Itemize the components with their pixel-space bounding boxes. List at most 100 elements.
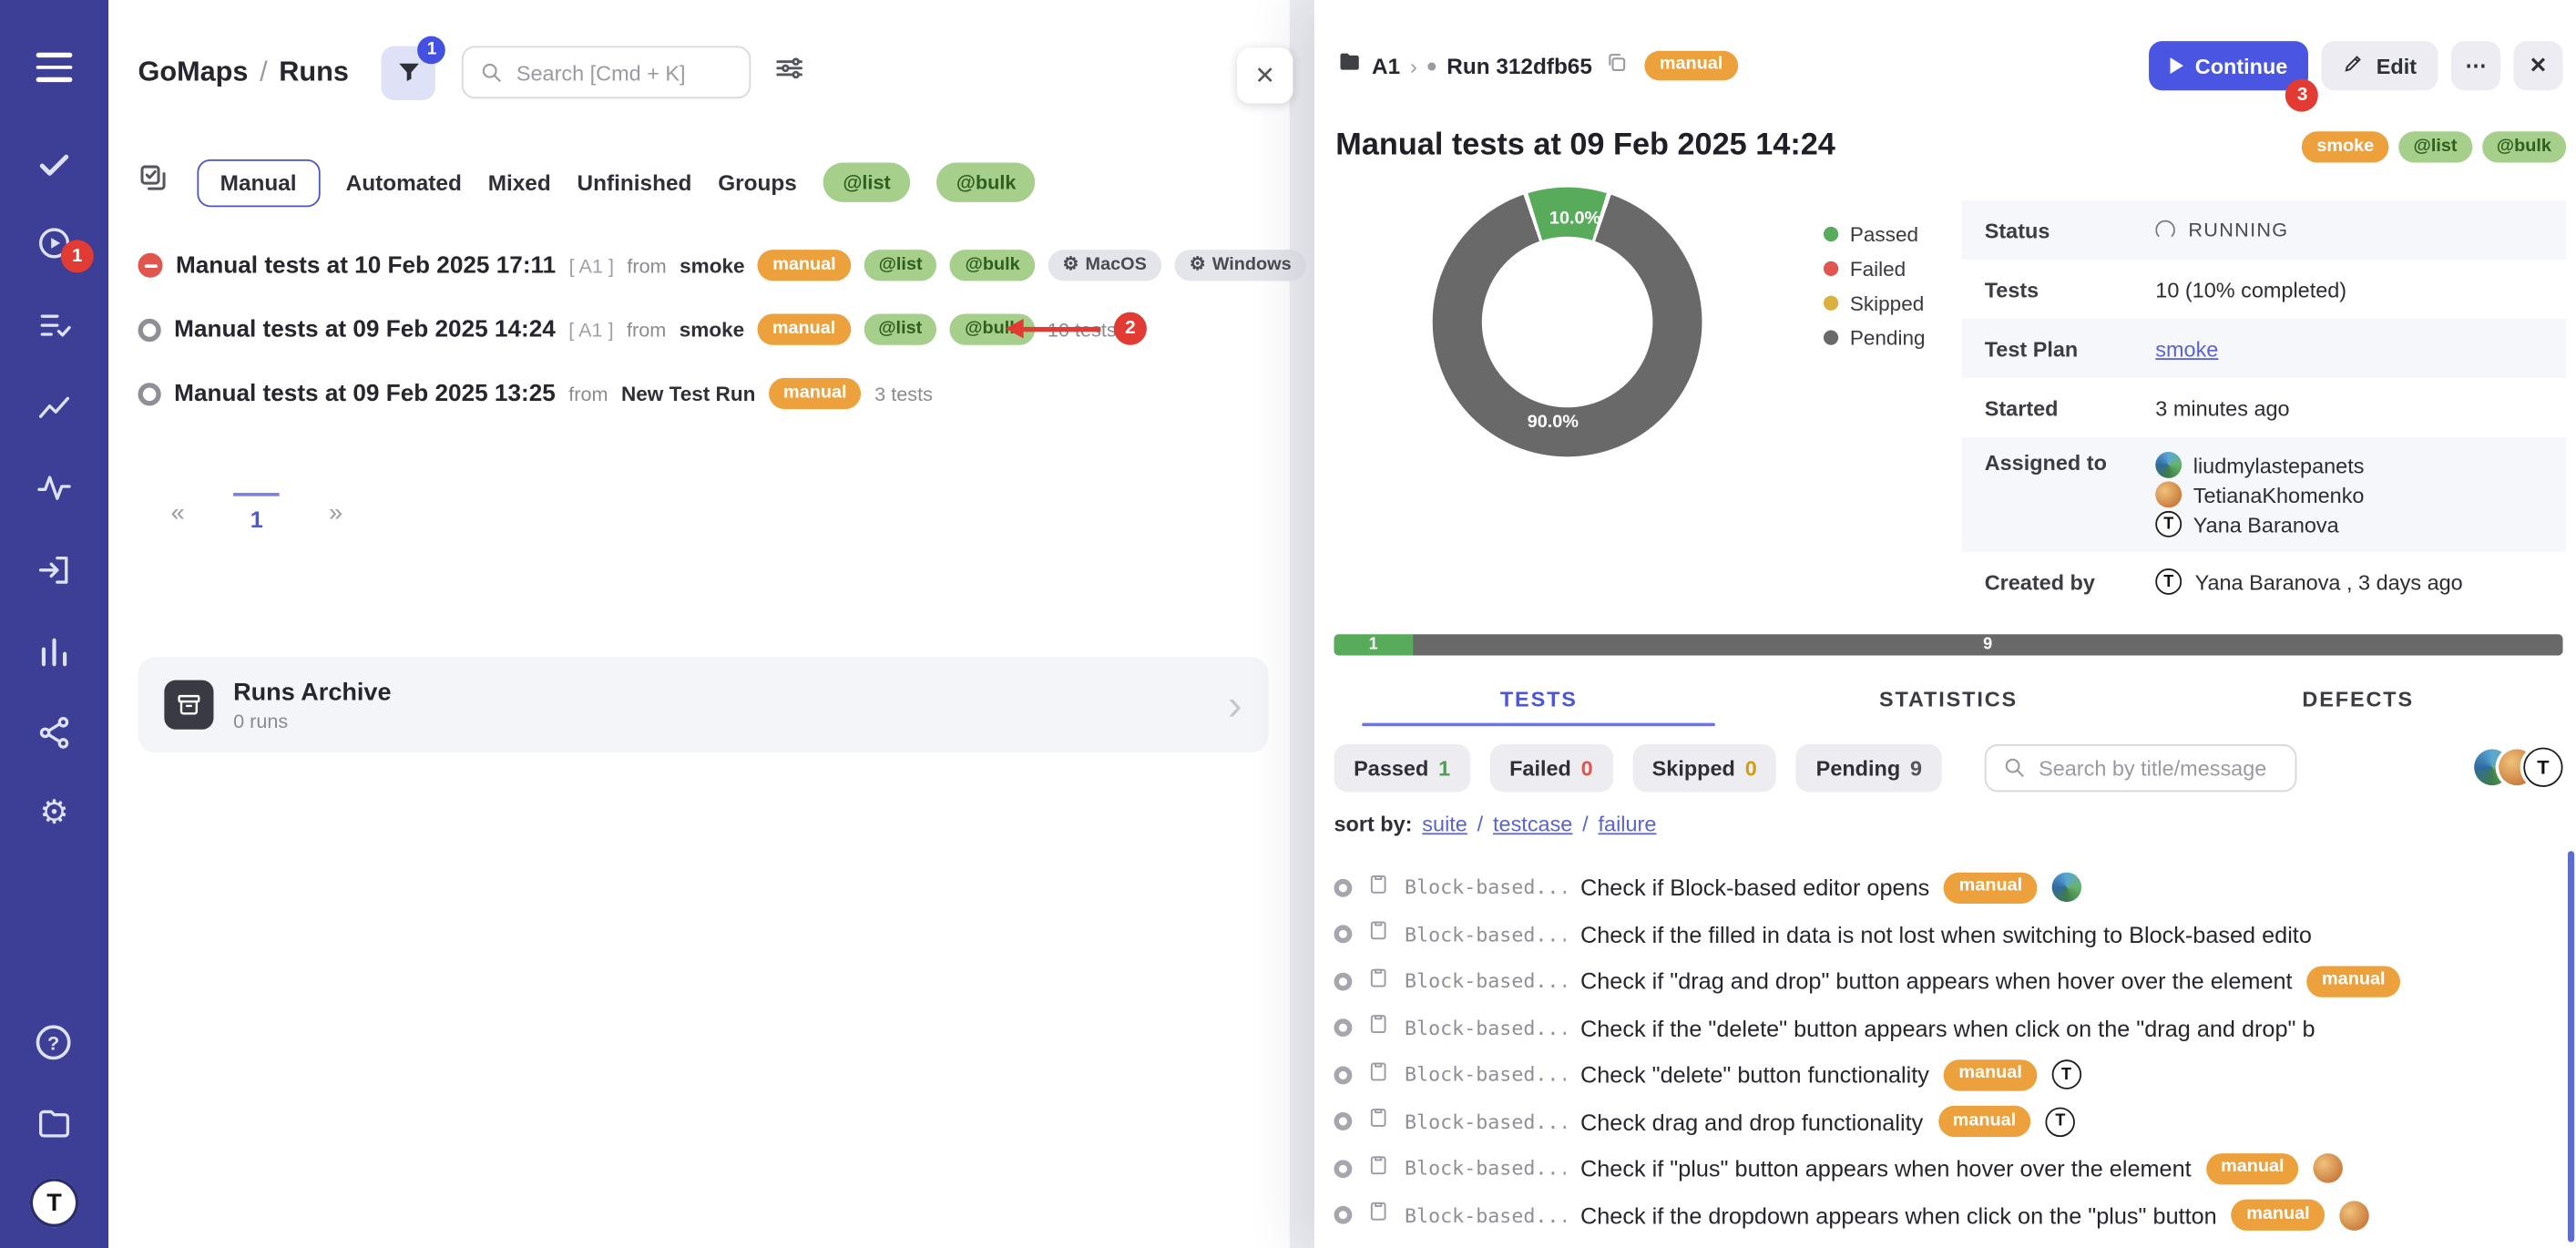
- donut-passed-label: 10.0%: [1549, 209, 1600, 229]
- test-plan-link[interactable]: smoke: [2155, 336, 2218, 361]
- tests-search-input[interactable]: [2039, 755, 2278, 780]
- sign-in-icon[interactable]: [36, 552, 73, 588]
- legend-dot-skipped: [1824, 296, 1838, 311]
- tab-defects[interactable]: DEFECTS: [2153, 670, 2563, 726]
- sort-by-failure[interactable]: failure: [1599, 812, 1657, 836]
- settings-gear-icon[interactable]: ⚙: [36, 795, 73, 832]
- breadcrumb-project[interactable]: GoMaps: [138, 56, 248, 87]
- run-info-table: Status RUNNING Tests 10 (10% completed) …: [1961, 200, 2566, 611]
- breadcrumb-separator: /: [260, 56, 268, 87]
- test-row[interactable]: Block-based... Check drag and drop funct…: [1334, 1099, 2566, 1145]
- scrollbar-thumb[interactable]: [2568, 851, 2574, 1242]
- test-row[interactable]: Block-based...: [1334, 1239, 2566, 1248]
- panel-close-button[interactable]: ✕: [1237, 47, 1293, 103]
- tag-manual: manual: [1937, 1106, 2030, 1137]
- clipboard-icon: [1367, 1153, 1390, 1184]
- tag-filter-list[interactable]: @list: [823, 163, 911, 202]
- user-avatar[interactable]: T: [29, 1178, 78, 1227]
- tab-unfinished[interactable]: Unfinished: [578, 170, 692, 195]
- chip-pending[interactable]: Pending9: [1796, 743, 1942, 791]
- tab-statistics[interactable]: STATISTICS: [1743, 670, 2153, 726]
- test-row[interactable]: Block-based... Check if the filled in da…: [1334, 911, 2566, 957]
- run-row[interactable]: Manual tests at 10 Feb 2025 17:11 [ A1 ]…: [138, 233, 1273, 297]
- avatar: T: [2155, 568, 2182, 595]
- search-icon: [480, 61, 503, 84]
- chip-failed[interactable]: Failed0: [1489, 743, 1612, 791]
- sort-by-testcase[interactable]: testcase: [1493, 812, 1572, 836]
- legend-skipped: Skipped: [1824, 286, 1926, 321]
- activity-pulse-icon[interactable]: [36, 470, 73, 506]
- hamburger-menu-icon[interactable]: [36, 49, 73, 86]
- assignee: TYana Baranova: [2155, 509, 2364, 538]
- bulk-select-icon[interactable]: [138, 162, 170, 203]
- trend-chart-icon[interactable]: [36, 389, 73, 425]
- tab-mixed[interactable]: Mixed: [488, 170, 551, 195]
- run-id: Run 312dfb65: [1446, 54, 1592, 78]
- test-status-dot: [1334, 1206, 1352, 1224]
- tag-manual: manual: [2206, 1153, 2299, 1184]
- run-status-pending-icon: [138, 318, 160, 341]
- legend-passed: Passed: [1824, 217, 1926, 251]
- tab-manual[interactable]: Manual: [197, 159, 319, 206]
- breadcrumb: GoMaps / Runs: [138, 56, 348, 88]
- tab-automated[interactable]: Automated: [346, 170, 462, 195]
- tag-manual: manual: [758, 250, 851, 281]
- test-title: Check if "drag and drop" button appears …: [1580, 968, 2293, 995]
- test-row[interactable]: Block-based... Check "delete" button fun…: [1334, 1051, 2566, 1098]
- run-row[interactable]: Manual tests at 09 Feb 2025 14:24 [ A1 ]…: [138, 297, 1273, 361]
- continue-button[interactable]: Continue 3: [2149, 41, 2309, 90]
- donut-pending-label: 90.0%: [1528, 413, 1579, 433]
- started-value: 3 minutes ago: [2155, 395, 2289, 420]
- edit-button[interactable]: Edit: [2322, 41, 2438, 90]
- tests-search[interactable]: [1985, 743, 2297, 791]
- test-row[interactable]: Block-based... Check if "drag and drop" …: [1334, 957, 2566, 1004]
- test-row[interactable]: Block-based... Check if Block-based edit…: [1334, 864, 2566, 911]
- runs-archive-card[interactable]: Runs Archive 0 runs ›: [138, 657, 1268, 752]
- run-row[interactable]: Manual tests at 09 Feb 2025 13:25 from N…: [138, 362, 1273, 425]
- pencil-icon: [2344, 53, 2365, 79]
- gear-icon: ⚙: [1190, 254, 1206, 277]
- view-settings-sliders-icon[interactable]: [774, 53, 805, 92]
- runs-filter-tabs: Manual Automated Mixed Unfinished Groups…: [138, 153, 1273, 212]
- tab-groups[interactable]: Groups: [718, 170, 797, 195]
- annotation-marker-1: 1: [61, 240, 94, 272]
- chip-skipped[interactable]: Skipped0: [1632, 743, 1776, 791]
- filter-button[interactable]: 1: [382, 46, 436, 100]
- assignee-filter-avatars[interactable]: T: [2474, 748, 2562, 787]
- breadcrumb-suite[interactable]: A1: [1372, 54, 1400, 78]
- tests-value: 10 (10% completed): [2155, 277, 2346, 302]
- sidebar: ⚙ ? T 1: [0, 0, 108, 1248]
- breadcrumb-page: Runs: [279, 56, 349, 87]
- sort-by-suite[interactable]: suite: [1422, 812, 1467, 836]
- tab-tests[interactable]: TESTS: [1334, 670, 1743, 726]
- pagination-next[interactable]: »: [329, 498, 342, 527]
- integrations-branch-icon[interactable]: [36, 715, 73, 752]
- play-icon: [2171, 57, 2183, 74]
- info-row-assigned: Assigned to liudmylastepanets TetianaKho…: [1961, 437, 2566, 552]
- test-status-dot: [1334, 972, 1352, 990]
- result-filters: Passed1 Failed0 Skipped0 Pending9 T: [1334, 742, 2562, 792]
- tag-filter-bulk[interactable]: @bulk: [936, 163, 1036, 202]
- test-row[interactable]: Block-based... Check if the dropdown app…: [1334, 1192, 2566, 1238]
- runs-search[interactable]: [462, 46, 751, 98]
- bar-chart-icon[interactable]: [36, 634, 73, 670]
- check-icon[interactable]: [36, 148, 73, 184]
- folder-icon[interactable]: [36, 1106, 73, 1142]
- close-run-button[interactable]: ✕: [2513, 41, 2562, 90]
- test-row[interactable]: Block-based... Check if the "delete" but…: [1334, 1005, 2566, 1051]
- runs-search-input[interactable]: [516, 60, 733, 85]
- test-status-dot: [1334, 1112, 1352, 1130]
- pagination-page-1[interactable]: 1: [234, 493, 280, 532]
- run-title-tags: smoke @list @bulk: [2302, 131, 2566, 162]
- list-check-icon[interactable]: [36, 307, 73, 343]
- test-row[interactable]: Block-based... Check if "plus" button ap…: [1334, 1145, 2566, 1192]
- pagination-prev[interactable]: «: [171, 498, 185, 527]
- tests-list: Block-based... Check if Block-based edit…: [1334, 851, 2566, 1248]
- chip-passed[interactable]: Passed1: [1334, 743, 1469, 791]
- test-status-dot: [1334, 1066, 1352, 1084]
- copy-icon[interactable]: [1605, 50, 1628, 81]
- run-source: New Test Run: [621, 382, 755, 404]
- more-button[interactable]: ⋯: [2451, 41, 2500, 90]
- avatar: [2052, 873, 2081, 902]
- help-icon[interactable]: ?: [36, 1025, 73, 1061]
